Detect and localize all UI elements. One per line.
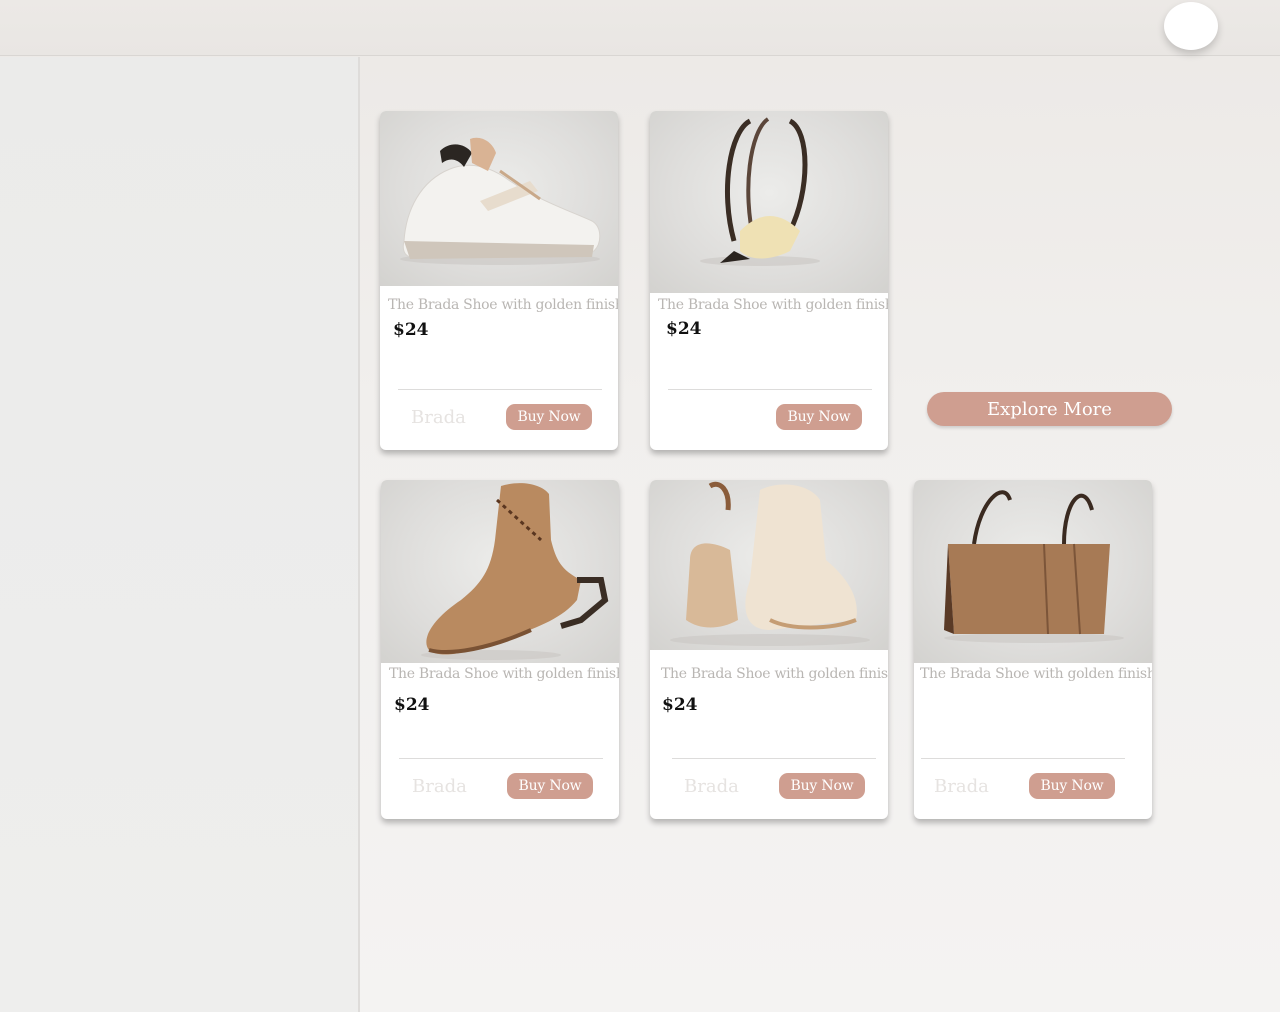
golden-strap-sandal-image bbox=[700, 117, 820, 266]
avatar[interactable] bbox=[1164, 2, 1218, 50]
buy-now-button[interactable]: Buy Now bbox=[776, 404, 862, 430]
product-card: The Brada Shoe with golden finish $24 Br… bbox=[381, 480, 619, 819]
white-sneaker-image bbox=[400, 137, 601, 265]
product-card: The Brada Shoe with golden finish $24 Bu… bbox=[650, 111, 888, 450]
sidebar bbox=[0, 57, 360, 1012]
tan-lace-up-boot-image bbox=[421, 483, 609, 660]
brown-tote-bag-image bbox=[944, 490, 1124, 643]
divider bbox=[668, 389, 872, 390]
divider bbox=[398, 389, 602, 390]
cream-boots-pair-image bbox=[670, 481, 870, 646]
buy-now-button[interactable]: Buy Now bbox=[1029, 773, 1115, 799]
buy-now-button[interactable]: Buy Now bbox=[507, 773, 593, 799]
product-image[interactable] bbox=[380, 111, 618, 286]
product-image[interactable] bbox=[650, 480, 888, 650]
divider bbox=[672, 758, 876, 759]
product-title: The Brada Shoe with golden finish bbox=[658, 297, 888, 313]
divider bbox=[399, 758, 603, 759]
explore-more-button[interactable]: Explore More bbox=[927, 392, 1172, 426]
product-title: The Brada Shoe with golden finish bbox=[920, 666, 1152, 682]
product-price: $24 bbox=[394, 695, 430, 715]
brand-label: Brada bbox=[412, 776, 467, 797]
buy-now-button[interactable]: Buy Now bbox=[506, 404, 592, 430]
product-image[interactable] bbox=[914, 480, 1152, 663]
product-price: $24 bbox=[393, 320, 429, 340]
buy-now-button[interactable]: Buy Now bbox=[779, 773, 865, 799]
product-card: The Brada Shoe with golden finish $24 Br… bbox=[380, 111, 618, 450]
product-title: The Brada Shoe with golden finish bbox=[661, 666, 888, 682]
product-image[interactable] bbox=[650, 111, 888, 293]
product-price: $24 bbox=[666, 319, 702, 339]
product-price: $24 bbox=[662, 695, 698, 715]
product-card: The Brada Shoe with golden finish $24 Br… bbox=[650, 480, 888, 819]
product-title: The Brada Shoe with golden finish bbox=[388, 297, 618, 313]
product-card: The Brada Shoe with golden finish Brada … bbox=[914, 480, 1152, 819]
brand-label: Brada bbox=[934, 776, 989, 797]
brand-label: Brada bbox=[684, 776, 739, 797]
top-bar bbox=[0, 0, 1280, 56]
divider bbox=[921, 758, 1125, 759]
brand-label: Brada bbox=[411, 407, 466, 428]
product-image[interactable] bbox=[381, 480, 619, 663]
product-title: The Brada Shoe with golden finish bbox=[389, 666, 619, 682]
